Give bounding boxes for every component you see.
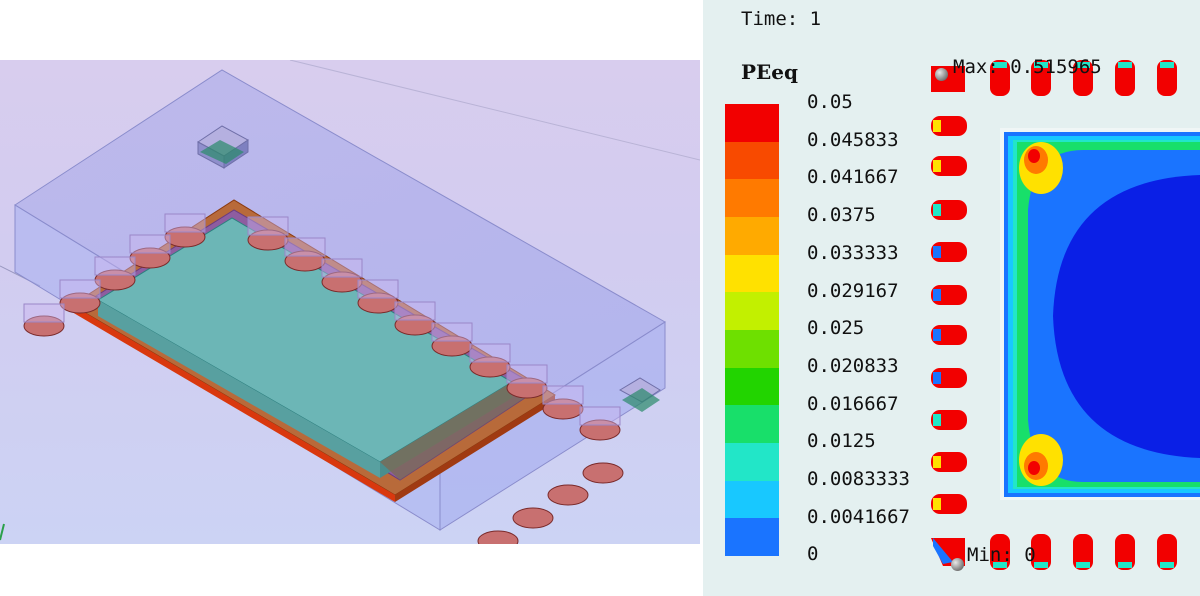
3d-model-view[interactable] <box>0 60 700 544</box>
max-label: Max: 0.515965 <box>953 56 1102 78</box>
left-leads <box>931 116 967 514</box>
package-3d-model <box>0 60 700 544</box>
contour-result-panel: Time: 1 PEeq 0.05 0.045833 0.041667 0.0375 0… <box>703 0 1200 596</box>
min-label: Min: 0 <box>967 544 1036 566</box>
max-probe-marker[interactable] <box>935 68 948 81</box>
min-probe-marker[interactable] <box>951 558 964 571</box>
contour-plot <box>931 60 1200 570</box>
